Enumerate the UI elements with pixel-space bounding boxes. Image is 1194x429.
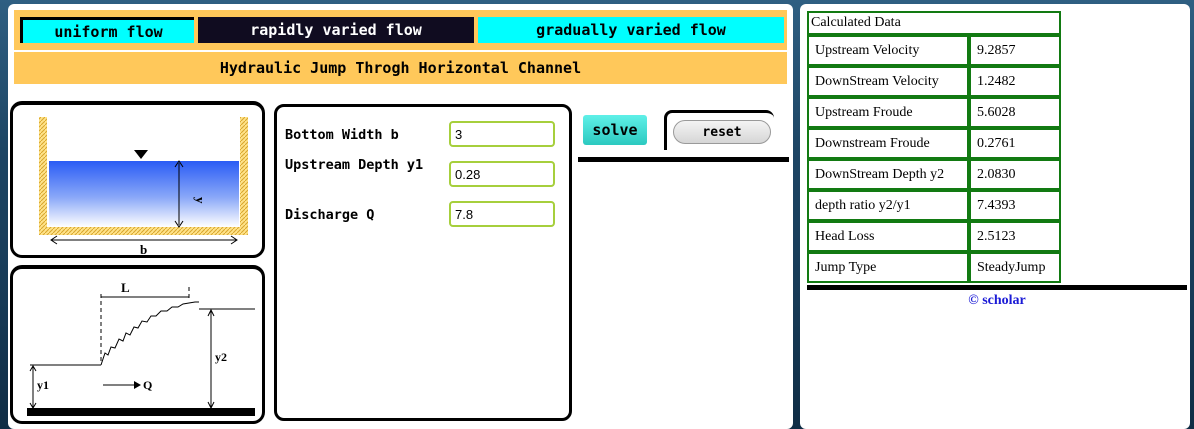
result-value: 1.2482 <box>969 66 1061 97</box>
channel-bed <box>39 227 248 235</box>
channel-section-diagram: y b <box>10 101 265 258</box>
jump-profile-svg: L y1 y2 Q <box>27 280 255 416</box>
reset-frame: reset <box>664 110 774 150</box>
result-label: DownStream Velocity <box>807 66 969 97</box>
result-label: Jump Type <box>807 252 969 283</box>
reset-button[interactable]: reset <box>673 120 771 144</box>
result-label: depth ratio y2/y1 <box>807 190 969 221</box>
result-value: 9.2857 <box>969 35 1061 66</box>
results-row: Downstream Froude 0.2761 <box>807 128 1061 159</box>
page-title: Hydraulic Jump Throgh Horizontal Channel <box>14 52 787 84</box>
results-row: Upstream Velocity 9.2857 <box>807 35 1061 66</box>
result-label: Upstream Velocity <box>807 35 969 66</box>
result-label: Head Loss <box>807 221 969 252</box>
right-wall <box>240 117 248 235</box>
results-panel: Calculated Data Upstream Velocity 9.2857 D… <box>800 4 1190 429</box>
input-form: Bottom Width b Upstream Depth y1 Dischar… <box>274 104 572 421</box>
results-row: DownStream Velocity 1.2482 <box>807 66 1061 97</box>
length-label: L <box>121 280 130 295</box>
result-value: 2.0830 <box>969 159 1061 190</box>
bottom-width-input[interactable] <box>449 121 555 147</box>
discharge-label: Discharge Q <box>285 207 375 223</box>
tab-uniform-flow[interactable]: uniform flow <box>20 17 194 43</box>
discharge-input[interactable] <box>449 201 555 227</box>
y2-label: y2 <box>215 350 227 364</box>
solve-button[interactable]: solve <box>583 115 647 145</box>
results-row: DownStream Depth y2 2.0830 <box>807 159 1061 190</box>
divider <box>578 157 789 162</box>
results-header: Calculated Data <box>807 11 1061 35</box>
results-row: Head Loss 2.5123 <box>807 221 1061 252</box>
tab-rapidly-varied-flow[interactable]: rapidly varied flow <box>198 17 474 43</box>
jump-surface <box>100 301 199 366</box>
channel-floor <box>27 408 255 416</box>
jump-profile-diagram: L y1 y2 Q <box>10 265 265 424</box>
water-surface-marker-icon <box>134 150 148 159</box>
bottom-width-label: Bottom Width b <box>285 127 399 143</box>
left-panel: uniform flow rapidly varied flow gradual… <box>8 4 793 429</box>
width-label: b <box>140 242 147 255</box>
result-value: 0.2761 <box>969 128 1061 159</box>
y1-label: y1 <box>37 378 49 392</box>
results-divider <box>807 285 1187 290</box>
result-label: Downstream Froude <box>807 128 969 159</box>
upstream-depth-input[interactable] <box>449 161 555 187</box>
result-value: 5.6028 <box>969 97 1061 128</box>
result-value: 2.5123 <box>969 221 1061 252</box>
depth-label: y <box>193 197 208 204</box>
results-header-row: Calculated Data <box>807 11 1061 35</box>
result-label: DownStream Depth y2 <box>807 159 969 190</box>
copyright-link[interactable]: © scholar <box>807 293 1187 309</box>
discharge-label: Q <box>143 378 152 392</box>
tab-gradually-varied-flow[interactable]: gradually varied flow <box>478 17 784 43</box>
upstream-depth-label: Upstream Depth y1 <box>285 157 424 173</box>
result-value: SteadyJump <box>969 252 1061 283</box>
result-value: 7.4393 <box>969 190 1061 221</box>
left-wall <box>39 117 47 235</box>
results-row: Upstream Froude 5.6028 <box>807 97 1061 128</box>
results-row: Jump Type SteadyJump <box>807 252 1061 283</box>
results-row: depth ratio y2/y1 7.4393 <box>807 190 1061 221</box>
channel-section-svg: y b <box>39 117 248 257</box>
water-body <box>49 161 239 227</box>
tab-bar: uniform flow rapidly varied flow gradual… <box>14 10 787 50</box>
result-label: Upstream Froude <box>807 97 969 128</box>
results-table: Calculated Data Upstream Velocity 9.2857 D… <box>807 11 1061 283</box>
